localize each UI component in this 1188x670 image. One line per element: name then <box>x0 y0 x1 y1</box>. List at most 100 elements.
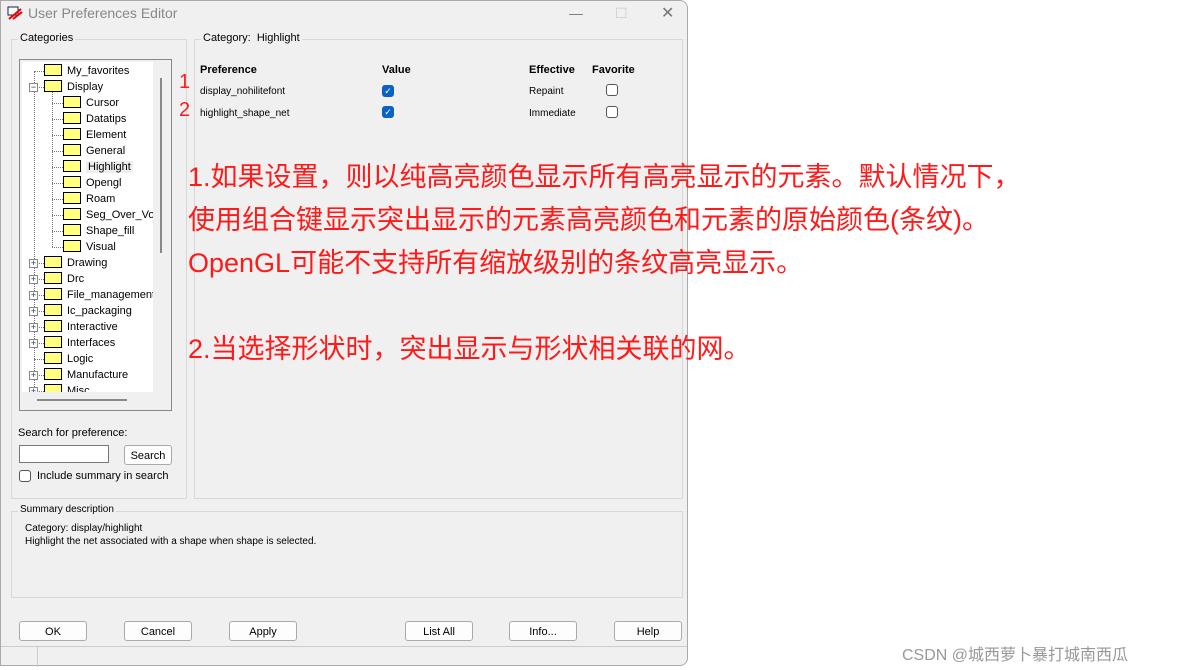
tree-item-label: Display <box>67 81 104 93</box>
tree-item[interactable]: File_management <box>44 287 153 303</box>
folder-icon <box>44 352 62 365</box>
tree-item[interactable]: Element <box>63 127 126 143</box>
tree-item[interactable]: Highlight <box>63 159 133 175</box>
value-checkbox[interactable]: ✓ <box>382 85 394 97</box>
ok-button[interactable]: OK <box>19 621 87 641</box>
list-all-button[interactable]: List All <box>405 621 473 641</box>
category-tree[interactable]: My_favorites Display − Cursor Datatips Elemen… <box>19 59 172 411</box>
tree-item-label: Drawing <box>67 257 108 269</box>
tree-item[interactable]: Interactive <box>44 319 118 335</box>
tree-item-label: File_management <box>67 289 153 301</box>
include-summary-checkbox[interactable] <box>19 470 31 482</box>
expand-icon[interactable]: + <box>29 307 38 316</box>
search-input[interactable] <box>19 445 109 463</box>
header-preference: Preference <box>200 64 257 76</box>
expand-icon[interactable]: + <box>29 259 38 268</box>
folder-icon <box>63 128 81 141</box>
tree-item[interactable]: Misc <box>44 383 90 392</box>
folder-icon <box>44 304 62 317</box>
tree-vertical-scrollbar[interactable] <box>160 78 162 253</box>
summary-category: Category: display/highlight <box>25 523 143 534</box>
annotation-line: 1.如果设置，则以纯高亮颜色显示所有高亮显示的元素。默认情况下， <box>188 162 1021 192</box>
tree-item[interactable]: Roam <box>63 191 115 207</box>
search-label: Search for preference: <box>18 427 128 439</box>
annotation-line: 2.当选择形状时，突出显示与形状相关联的网。 <box>188 334 751 364</box>
categories-label: Categories <box>18 32 76 44</box>
include-summary-label: Include summary in search <box>37 470 169 482</box>
effective-text: Repaint <box>529 86 564 97</box>
tree-item-label: Seg_Over_Voi <box>86 209 153 221</box>
apply-button[interactable]: Apply <box>229 621 297 641</box>
folder-icon <box>44 336 62 349</box>
header-effective: Effective <box>529 64 575 76</box>
expand-icon[interactable]: + <box>29 387 38 392</box>
tree-item[interactable]: Interfaces <box>44 335 115 351</box>
tree-item-label: Roam <box>86 193 116 205</box>
tree-item-label: Shape_fill <box>86 225 135 237</box>
info-button[interactable]: Info... <box>509 621 577 641</box>
category-title: Category: Highlight <box>201 32 302 44</box>
preference-name: display_nohilitefont <box>200 86 286 97</box>
folder-icon <box>63 160 81 173</box>
tree-item[interactable]: Datatips <box>63 111 126 127</box>
tree-item-label: Cursor <box>86 97 120 109</box>
category-name: Highlight <box>256 32 300 44</box>
status-divider <box>37 647 38 667</box>
minimize-button[interactable]: — <box>569 5 583 21</box>
folder-icon <box>63 112 81 125</box>
tree-item-label: Opengl <box>86 177 122 189</box>
tree-item[interactable]: Cursor <box>63 95 119 111</box>
tree-item[interactable]: Shape_fill <box>63 223 134 239</box>
summary-text: Highlight the net associated with a shap… <box>25 536 317 547</box>
tree-horizontal-scrollbar[interactable] <box>37 399 127 401</box>
expand-icon[interactable]: + <box>29 371 38 380</box>
favorite-checkbox[interactable] <box>606 106 618 118</box>
effective-text: Immediate <box>529 108 576 119</box>
help-button[interactable]: Help <box>614 621 682 641</box>
tree-item[interactable]: Display <box>44 79 103 95</box>
tree-item[interactable]: General <box>63 143 125 159</box>
status-bar <box>1 646 687 647</box>
tree-item-label: General <box>86 145 126 157</box>
tree-item-label: Element <box>86 129 127 141</box>
tree-item[interactable]: Logic <box>44 351 93 367</box>
folder-icon <box>63 208 81 221</box>
tree-item[interactable]: Ic_packaging <box>44 303 132 319</box>
expand-icon[interactable]: + <box>29 323 38 332</box>
folder-icon <box>63 176 81 189</box>
annotation-line: 使用组合键显示突出显示的元素高亮颜色和元素的原始颜色(条纹)。 <box>188 205 989 235</box>
tree-item-label: Highlight <box>86 161 133 173</box>
collapse-icon[interactable]: − <box>29 83 38 92</box>
expand-icon[interactable]: + <box>29 275 38 284</box>
maximize-button[interactable]: ☐ <box>615 5 628 22</box>
tree-item-label: My_favorites <box>67 65 130 77</box>
tree-item-label: Manufacture <box>67 369 129 381</box>
tree-item-label: Logic <box>67 353 94 365</box>
tree-item-label: Visual <box>86 241 116 253</box>
folder-icon <box>44 64 62 77</box>
folder-icon <box>44 288 62 301</box>
tree-item[interactable]: My_favorites <box>44 63 129 79</box>
tree-item-label: Misc <box>67 385 90 392</box>
expand-icon[interactable]: + <box>29 291 38 300</box>
tree-item[interactable]: Manufacture <box>44 367 128 383</box>
tree-item[interactable]: Drawing <box>44 255 107 271</box>
folder-icon <box>63 224 81 237</box>
preference-name: highlight_shape_net <box>200 108 290 119</box>
tree-item[interactable]: Seg_Over_Voi <box>63 207 153 223</box>
favorite-checkbox[interactable] <box>606 84 618 96</box>
tree-item[interactable]: Opengl <box>63 175 121 191</box>
folder-icon <box>63 192 81 205</box>
window-title: User Preferences Editor <box>28 5 178 21</box>
annotation-line: OpenGL可能不支持所有缩放级别的条纹高亮显示。 <box>188 248 804 278</box>
search-button[interactable]: Search <box>124 445 172 465</box>
value-checkbox[interactable]: ✓ <box>382 106 394 118</box>
tree-item[interactable]: Visual <box>63 239 116 255</box>
close-button[interactable]: ✕ <box>661 3 674 23</box>
cancel-button[interactable]: Cancel <box>124 621 192 641</box>
tree-item[interactable]: Drc <box>44 271 84 287</box>
tree-item-label: Ic_packaging <box>67 305 132 317</box>
annotation-number-1: 1 <box>179 71 191 93</box>
folder-icon <box>44 80 62 93</box>
expand-icon[interactable]: + <box>29 339 38 348</box>
